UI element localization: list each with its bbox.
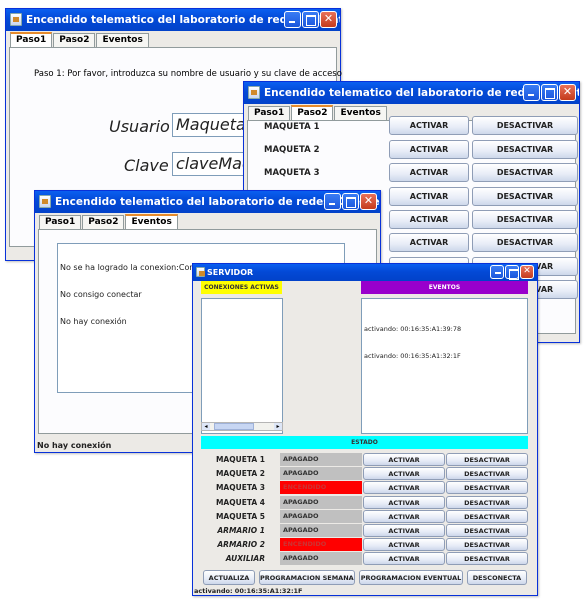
row-label: ARMARIO 1 [217, 526, 265, 535]
tab-paso1[interactable]: Paso1 [248, 106, 291, 120]
maximize-icon[interactable] [505, 265, 519, 280]
desactivar-button[interactable]: DESACTIVAR [446, 524, 528, 537]
activar-button[interactable]: ACTIVAR [363, 509, 445, 523]
row-label-maqueta-3: MAQUETA 3 [264, 168, 320, 178]
server-window: SERVIDOR ✕ CONEXIONES ACTIVAS EVENTOS ◂ … [192, 263, 538, 596]
java-app-icon [39, 195, 51, 208]
state-indicator: ENCENDIDO [280, 538, 362, 552]
close-icon[interactable]: ✕ [559, 84, 576, 101]
desactivar-button[interactable]: DESACTIVAR [446, 467, 528, 481]
activar-button[interactable]: ACTIVAR [363, 467, 445, 481]
clave-label: Clave [124, 156, 169, 175]
java-app-icon [248, 86, 260, 99]
desactivar-button[interactable]: DESACTIVAR [446, 538, 528, 552]
minimize-icon[interactable] [324, 193, 341, 210]
state-indicator: APAGADO [280, 453, 362, 466]
row-label-maqueta-1: MAQUETA 1 [264, 122, 320, 132]
activar-button[interactable]: ACTIVAR [389, 163, 469, 182]
estado-header: ESTADO [201, 436, 528, 449]
horizontal-scrollbar[interactable]: ◂ ▸ [201, 422, 283, 431]
desactivar-button[interactable]: DESACTIVAR [446, 453, 528, 466]
row-label: ARMARIO 2 [217, 540, 265, 550]
programacion-eventual-button[interactable]: PROGRAMACION EVENTUAL [359, 570, 463, 585]
state-indicator: APAGADO [280, 524, 362, 537]
scroll-thumb[interactable] [214, 423, 254, 430]
desactivar-button[interactable]: DESACTIVAR [472, 163, 578, 182]
close-icon[interactable]: ✕ [520, 265, 534, 279]
row-label: MAQUETA 2 [215, 469, 265, 479]
actualiza-button[interactable]: ACTUALIZA [203, 570, 255, 585]
activar-button[interactable]: ACTIVAR [363, 495, 445, 509]
activar-button[interactable]: ACTIVAR [389, 233, 469, 252]
tab-paso2[interactable]: Paso2 [82, 215, 125, 229]
state-indicator: ENCENDIDO [280, 481, 362, 495]
close-icon[interactable]: ✕ [360, 193, 377, 210]
state-indicator: APAGADO [280, 552, 362, 566]
status-bar: activando: 00:16:35:A1:32:1F [194, 587, 303, 595]
desactivar-button[interactable]: DESACTIVAR [472, 140, 578, 159]
conexiones-list[interactable] [201, 298, 283, 434]
row-label: AUXILIAR [225, 554, 265, 564]
minimize-icon[interactable] [284, 11, 301, 28]
minimize-icon[interactable] [490, 265, 504, 279]
log-line: activando: 00:16:35:A1:39:78 [364, 325, 462, 333]
status-bar: No hay conexión [37, 441, 112, 450]
maximize-icon[interactable] [541, 84, 558, 101]
activar-button[interactable]: ACTIVAR [389, 187, 469, 206]
state-indicator: APAGADO [280, 509, 362, 523]
window-title: SERVIDOR [207, 268, 254, 277]
usuario-label: Usuario [109, 117, 170, 136]
desactivar-button[interactable]: DESACTIVAR [446, 495, 528, 509]
instruction-text: Paso 1: Por favor, introduzca su nombre … [34, 69, 342, 79]
desconecta-button[interactable]: DESCONECTA [467, 570, 527, 585]
programacion-semanal-button[interactable]: PROGRAMACION SEMANAL [259, 570, 355, 585]
activar-button[interactable]: ACTIVAR [363, 552, 445, 566]
row-label: MAQUETA 4 [215, 497, 265, 507]
title-bar[interactable]: Encendido telematico del laboratorio de … [35, 191, 380, 213]
title-bar[interactable]: SERVIDOR ✕ [193, 264, 537, 281]
activar-button[interactable]: ACTIVAR [363, 524, 445, 537]
tab-paso1[interactable]: Paso1 [39, 215, 82, 229]
desactivar-button[interactable]: DESACTIVAR [446, 552, 528, 566]
activar-button[interactable]: ACTIVAR [363, 481, 445, 495]
activar-button[interactable]: ACTIVAR [363, 453, 445, 466]
desactivar-button[interactable]: DESACTIVAR [446, 481, 528, 495]
desactivar-button[interactable]: DESACTIVAR [446, 509, 528, 523]
desactivar-button[interactable]: DESACTIVAR [472, 116, 578, 135]
tab-paso2[interactable]: Paso2 [53, 33, 96, 47]
scroll-right-icon[interactable]: ▸ [274, 423, 282, 430]
eventos-log[interactable]: activando: 00:16:35:A1:39:78 activando: … [361, 298, 528, 434]
desactivar-button[interactable]: DESACTIVAR [472, 233, 578, 252]
scroll-left-icon[interactable]: ◂ [202, 423, 210, 430]
row-label: MAQUETA 5 [215, 511, 265, 521]
row-label: MAQUETA 3 [215, 483, 265, 493]
eventos-header: EVENTOS [361, 281, 528, 294]
java-app-icon [10, 13, 22, 26]
java-app-icon [196, 267, 205, 277]
conexiones-activas-header: CONEXIONES ACTIVAS [201, 281, 282, 294]
tab-paso2[interactable]: Paso2 [291, 105, 334, 120]
activar-button[interactable]: ACTIVAR [389, 140, 469, 159]
state-indicator: APAGADO [280, 467, 362, 481]
tab-eventos[interactable]: Eventos [125, 214, 178, 229]
log-line: activando: 00:16:35:A1:32:1F [364, 352, 461, 360]
title-bar[interactable]: Encendido telematico del laboratorio de … [244, 82, 579, 104]
activar-button[interactable]: ACTIVAR [389, 210, 469, 229]
maximize-icon[interactable] [342, 193, 359, 210]
activar-button[interactable]: ACTIVAR [363, 538, 445, 552]
tab-eventos[interactable]: Eventos [334, 106, 387, 120]
activar-button[interactable]: ACTIVAR [389, 116, 469, 135]
desactivar-button[interactable]: DESACTIVAR [472, 210, 578, 229]
close-icon[interactable]: ✕ [320, 11, 337, 28]
title-bar[interactable]: Encendido telematico del laboratorio de … [6, 9, 340, 31]
desactivar-button[interactable]: DESACTIVAR [472, 187, 578, 206]
row-label: MAQUETA 1 [215, 455, 265, 464]
row-label-maqueta-2: MAQUETA 2 [264, 145, 320, 155]
minimize-icon[interactable] [523, 84, 540, 101]
maximize-icon[interactable] [302, 11, 319, 28]
tab-paso1[interactable]: Paso1 [10, 32, 53, 47]
state-indicator: APAGADO [280, 495, 362, 509]
tab-eventos[interactable]: Eventos [96, 33, 149, 47]
